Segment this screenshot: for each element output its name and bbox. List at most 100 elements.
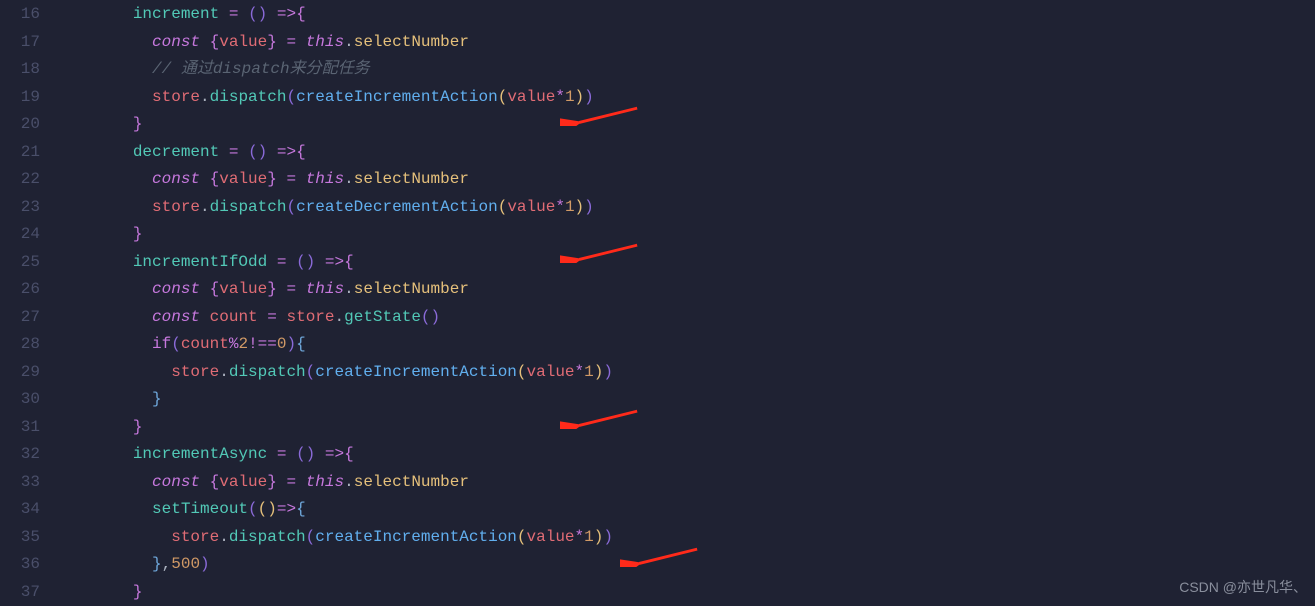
code-token: store (286, 308, 334, 326)
code-token: { (296, 143, 306, 161)
line-number: 22 (0, 166, 40, 194)
code-token: store (171, 363, 219, 381)
code-token: { (210, 473, 220, 491)
code-token (219, 143, 229, 161)
code-token: ( (296, 445, 306, 463)
code-token (200, 308, 210, 326)
code-token: = (286, 280, 296, 298)
code-line[interactable]: const {value} = this.selectNumber (56, 276, 1315, 304)
code-token: { (344, 253, 354, 271)
code-line[interactable]: incrementIfOdd = () =>{ (56, 249, 1315, 277)
line-number: 18 (0, 56, 40, 84)
code-token: incrementAsync (133, 445, 267, 463)
code-token: this (306, 170, 344, 188)
code-token: store (152, 88, 200, 106)
code-token: ( (421, 308, 431, 326)
code-token: ) (306, 253, 316, 271)
code-token (258, 308, 268, 326)
code-line[interactable]: },500) (56, 551, 1315, 579)
code-line[interactable]: store.dispatch(createDecrementAction(val… (56, 194, 1315, 222)
code-line[interactable]: store.dispatch(createIncrementAction(val… (56, 84, 1315, 112)
code-line[interactable]: // 通过dispatch来分配任务 (56, 56, 1315, 84)
code-token: const (152, 170, 200, 188)
line-number: 30 (0, 386, 40, 414)
code-token: createIncrementAction (315, 528, 517, 546)
code-token: = (267, 308, 277, 326)
code-token: } (133, 115, 143, 133)
code-line[interactable]: const {value} = this.selectNumber (56, 166, 1315, 194)
code-token: ) (603, 363, 613, 381)
code-token: . (219, 363, 229, 381)
code-token: store (171, 528, 219, 546)
code-line[interactable]: } (56, 386, 1315, 414)
code-token: this (306, 280, 344, 298)
code-editor[interactable]: 1617181920212223242526272829303132333435… (0, 0, 1315, 605)
code-token: dispatch (210, 88, 287, 106)
line-number: 24 (0, 221, 40, 249)
code-token: incrementIfOdd (133, 253, 267, 271)
code-token: . (200, 88, 210, 106)
code-token: increment (133, 5, 219, 23)
code-token: 1 (584, 528, 594, 546)
code-token: ( (498, 198, 508, 216)
code-token (296, 473, 306, 491)
code-line[interactable]: setTimeout(()=>{ (56, 496, 1315, 524)
code-token: value (219, 473, 267, 491)
code-token: * (575, 363, 585, 381)
code-token: * (575, 528, 585, 546)
code-line[interactable]: } (56, 111, 1315, 139)
code-token (200, 280, 210, 298)
line-number: 20 (0, 111, 40, 139)
code-line[interactable]: decrement = () =>{ (56, 139, 1315, 167)
code-token: value (507, 198, 555, 216)
code-line[interactable]: const count = store.getState() (56, 304, 1315, 332)
code-token: ( (306, 528, 316, 546)
code-line[interactable]: const {value} = this.selectNumber (56, 29, 1315, 57)
code-token (238, 143, 248, 161)
code-token: { (210, 170, 220, 188)
code-token: ( (248, 500, 258, 518)
code-line[interactable]: } (56, 579, 1315, 606)
code-line[interactable]: } (56, 414, 1315, 442)
line-number: 27 (0, 304, 40, 332)
code-token: 2 (238, 335, 248, 353)
code-token: ) (286, 335, 296, 353)
line-number: 23 (0, 194, 40, 222)
code-token: if (152, 335, 171, 353)
code-token: } (267, 473, 277, 491)
code-token: * (555, 88, 565, 106)
code-token: => (277, 5, 296, 23)
code-token: getState (344, 308, 421, 326)
code-token: } (152, 555, 162, 573)
code-line[interactable]: increment = () =>{ (56, 1, 1315, 29)
code-area[interactable]: increment = () =>{ const {value} = this.… (56, 0, 1315, 605)
code-line[interactable]: store.dispatch(createIncrementAction(val… (56, 524, 1315, 552)
code-token: % (229, 335, 239, 353)
code-token: const (152, 280, 200, 298)
line-number: 33 (0, 469, 40, 497)
code-token (296, 280, 306, 298)
code-line[interactable]: } (56, 221, 1315, 249)
code-token: . (344, 33, 354, 51)
code-line[interactable]: store.dispatch(createIncrementAction(val… (56, 359, 1315, 387)
code-token: ) (258, 143, 268, 161)
code-token: createDecrementAction (296, 198, 498, 216)
code-token: ( (286, 88, 296, 106)
code-token: decrement (133, 143, 219, 161)
code-token: { (296, 500, 306, 518)
code-line[interactable]: const {value} = this.selectNumber (56, 469, 1315, 497)
code-token: ) (575, 198, 585, 216)
code-token (200, 170, 210, 188)
code-token (267, 253, 277, 271)
code-token: const (152, 473, 200, 491)
code-token: } (267, 33, 277, 51)
code-token: , (162, 555, 172, 573)
code-line[interactable]: if(count%2!==0){ (56, 331, 1315, 359)
code-line[interactable]: incrementAsync = () =>{ (56, 441, 1315, 469)
code-token: count (181, 335, 229, 353)
code-token: selectNumber (354, 33, 469, 51)
code-token: = (229, 5, 239, 23)
code-token: ( (517, 528, 527, 546)
code-token: ( (286, 198, 296, 216)
code-token: selectNumber (354, 280, 469, 298)
